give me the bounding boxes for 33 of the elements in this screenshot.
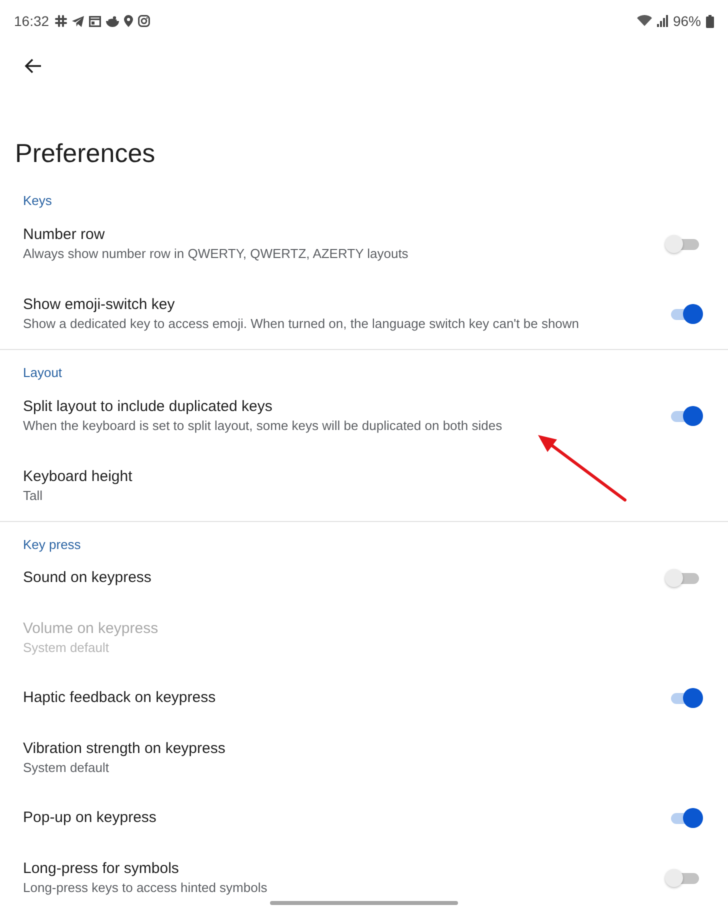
setting-summary: Long-press keys to access hinted symbols	[23, 879, 268, 897]
setting-title[interactable]: Pop-up on keypress	[23, 808, 156, 828]
section-header: Key press	[23, 537, 82, 553]
setting-summary: Always show number row in QWERTY, QWERTZ, AZERTY layouts	[23, 245, 408, 263]
setting-title[interactable]: Haptic feedback on keypress	[23, 688, 216, 708]
location-pin-icon	[124, 15, 134, 27]
setting-summary: When the keyboard is set to split layout, some keys will be duplicated on both sides	[23, 417, 502, 435]
setting-title[interactable]: Vibration strength on keypress	[23, 739, 226, 759]
battery-icon	[706, 14, 714, 28]
setting-title[interactable]: Keyboard height	[23, 467, 132, 487]
browser-window-icon	[89, 16, 102, 26]
section-header: Keys	[23, 193, 53, 209]
setting-summary: Tall	[23, 487, 43, 505]
setting-title[interactable]: Number row	[23, 225, 105, 245]
paper-plane-icon	[72, 16, 84, 26]
setting-title[interactable]: Long-press for symbols	[23, 859, 179, 879]
setting-title[interactable]: Split layout to include duplicated keys	[23, 397, 272, 417]
hash-icon	[55, 15, 68, 27]
setting-summary: System default	[23, 639, 109, 657]
setting-title[interactable]: Show emoji-switch key	[23, 295, 175, 315]
back-arrow-icon	[24, 58, 42, 74]
section-header: Layout	[23, 365, 64, 381]
setting-summary: Show a dedicated key to access emoji. When turned on, the language switch key can't be shown	[23, 315, 580, 333]
setting-summary: System default	[23, 759, 109, 777]
wifi-icon	[636, 15, 652, 27]
clock-time: 16:32	[14, 13, 50, 29]
setting-title[interactable]: Sound on keypress	[23, 568, 152, 588]
signal-icon	[656, 15, 668, 27]
battery-percentage: 96%	[672, 13, 701, 29]
setting-title: Volume on keypress	[23, 619, 158, 639]
bowl-icon	[106, 16, 120, 26]
page-title: Preferences	[15, 137, 156, 169]
camera-icon	[138, 15, 150, 27]
